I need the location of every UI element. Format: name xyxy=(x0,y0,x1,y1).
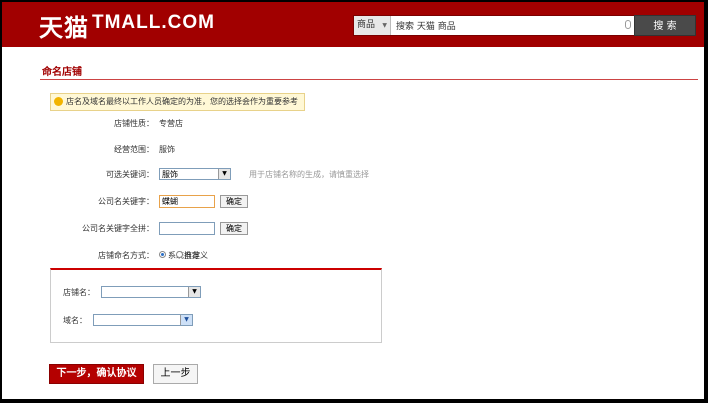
keyword-select-value: 服饰 xyxy=(162,170,178,179)
company-keyword-label: 公司名关键字： xyxy=(98,197,154,206)
chevron-down-icon: ▼ xyxy=(188,287,200,297)
page-title: 命名店铺 xyxy=(42,67,82,78)
store-name-panel xyxy=(50,268,382,343)
store-type-label: 店铺性质： xyxy=(114,119,154,128)
confirm-keyword-button[interactable]: 确定 xyxy=(220,195,248,208)
chevron-down-icon: ▼ xyxy=(382,22,387,29)
naming-method-label: 店铺命名方式： xyxy=(98,251,154,260)
search-input[interactable] xyxy=(394,16,618,35)
confirm-pinyin-button[interactable]: 确定 xyxy=(220,222,248,235)
radio-custom[interactable] xyxy=(176,251,183,258)
radio-system-recommend[interactable] xyxy=(159,251,166,258)
lightbulb-icon xyxy=(54,97,63,106)
chevron-down-icon: ▼ xyxy=(218,169,230,179)
store-name-select[interactable]: ▼ xyxy=(101,286,201,298)
store-name-label: 店铺名： xyxy=(63,288,95,297)
company-pinyin-label: 公司名关键字全拼： xyxy=(82,224,154,233)
previous-step-button[interactable]: 上一步 xyxy=(153,364,198,384)
chevron-down-icon: ▼ xyxy=(180,315,192,325)
business-scope-value: 服饰 xyxy=(159,145,175,154)
title-divider xyxy=(40,79,698,80)
page-frame: 天猫 TMALL.COM 商品 ▼ 搜 索 命名店铺 店名及域名最终以工作人员确… xyxy=(2,2,704,399)
domain-select[interactable]: ▼ xyxy=(93,314,193,326)
microphone-icon[interactable] xyxy=(625,20,631,29)
tip-banner: 店名及域名最终以工作人员确定的为准，您的选择会作为重要参考 xyxy=(50,93,305,111)
next-confirm-agreement-button[interactable]: 下一步，确认协议 xyxy=(49,364,144,384)
keyword-select[interactable]: 服饰 ▼ xyxy=(159,168,231,180)
store-type-value: 专营店 xyxy=(159,119,183,128)
tip-text: 店名及域名最终以工作人员确定的为准，您的选择会作为重要参考 xyxy=(66,97,298,106)
keyword-label: 可选关键词： xyxy=(106,170,154,179)
top-header: 天猫 TMALL.COM 商品 ▼ 搜 索 xyxy=(2,2,704,47)
search-scope-dropdown[interactable]: 商品 ▼ xyxy=(354,16,391,35)
search-box: 商品 ▼ xyxy=(353,15,635,36)
domain-label: 域名： xyxy=(63,316,87,325)
business-scope-label: 经营范围： xyxy=(114,145,154,154)
company-keyword-input[interactable] xyxy=(159,195,215,208)
tmall-logo-en[interactable]: TMALL.COM xyxy=(92,12,215,34)
search-button[interactable]: 搜 索 xyxy=(634,15,696,36)
tmall-logo-cn[interactable]: 天猫 xyxy=(39,8,89,43)
search-scope-label: 商品 xyxy=(357,20,376,30)
radio-custom-label[interactable]: 自定义 xyxy=(184,250,208,261)
company-pinyin-input[interactable] xyxy=(159,222,215,235)
keyword-hint: 用于店铺名称的生成，请慎重选择 xyxy=(249,170,369,179)
